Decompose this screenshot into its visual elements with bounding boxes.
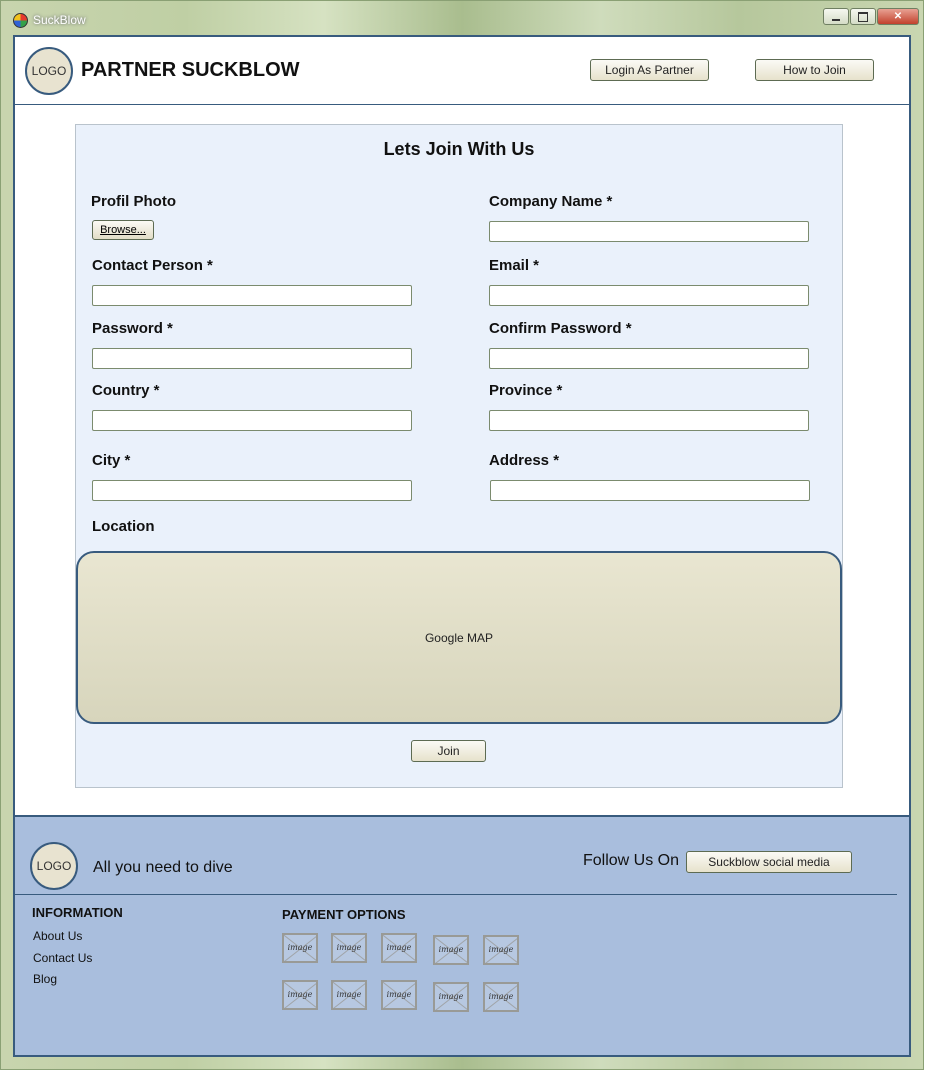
maximize-icon [858,11,868,22]
join-button[interactable]: Join [411,740,486,762]
browse-button[interactable]: Browse... [92,220,154,240]
payment-image: image [483,982,519,1012]
blog-link[interactable]: Blog [33,972,57,986]
country-label: Country * [92,382,160,399]
google-map[interactable]: Google MAP [76,551,842,724]
form-title: Lets Join With Us [383,139,535,159]
footer: LOGO All you need to dive Follow Us On S… [15,815,909,1055]
close-button[interactable]: ✕ [877,8,919,25]
footer-logo[interactable]: LOGO [30,842,78,890]
app-icon [13,13,28,28]
confirm-password-label: Confirm Password * [489,320,632,337]
location-label: Location [92,518,155,535]
maximize-button[interactable] [850,8,876,25]
login-as-partner-button[interactable]: Login As Partner [590,59,709,81]
payment-image: image [433,935,469,965]
country-input[interactable] [92,410,412,431]
password-label: Password * [92,320,173,337]
payment-image-text: image [336,990,362,999]
contact-person-input[interactable] [92,285,412,306]
payment-image: image [282,980,318,1010]
window-controls: ✕ [822,8,919,25]
province-input[interactable] [489,410,809,431]
map-placeholder-text: Google MAP [424,630,494,645]
province-label: Province * [489,382,563,399]
address-label: Address * [489,452,560,469]
social-media-button[interactable]: Suckblow social media [686,851,852,873]
minimize-button[interactable] [823,8,849,25]
information-title: INFORMATION [32,905,123,920]
payment-image-text: image [287,990,313,999]
payment-image-text: image [336,943,362,952]
minimize-icon [832,18,840,21]
payment-image: image [381,980,417,1010]
how-to-join-button[interactable]: How to Join [755,59,874,81]
payment-image-text: image [386,990,412,999]
follow-us-text: Follow Us On [583,852,680,869]
company-name-input[interactable] [489,221,809,242]
payment-image-text: image [438,992,464,1001]
email-label: Email * [489,257,540,274]
payment-image-text: image [386,943,412,952]
brand-title: PARTNER SUCKBLOW [81,59,300,81]
app-window: SuckBlow ✕ LOGO PARTNER SUCKBLOW Login A… [0,0,924,1070]
close-icon: ✕ [893,11,903,22]
payment-image-text: image [488,992,514,1001]
company-name-label: Company Name * [489,193,613,210]
payment-image: image [331,980,367,1010]
city-input[interactable] [92,480,412,501]
payment-image-text: image [438,945,464,954]
header: LOGO PARTNER SUCKBLOW Login As Partner H… [15,37,909,105]
payment-image: image [483,935,519,965]
footer-tagline: All you need to dive [93,859,233,876]
footer-divider [15,894,897,895]
payment-options-title: PAYMENT OPTIONS [282,907,406,922]
payment-image: image [433,982,469,1012]
join-form-panel: Lets Join With Us Profil Photo Browse...… [75,124,843,788]
contact-person-label: Contact Person * [92,257,213,274]
payment-image: image [331,933,367,963]
title-bar[interactable]: SuckBlow ✕ [1,1,925,35]
window-title: SuckBlow [33,13,86,27]
payment-image-text: image [488,945,514,954]
address-input[interactable] [490,480,810,501]
confirm-password-input[interactable] [489,348,809,369]
password-input[interactable] [92,348,412,369]
about-us-link[interactable]: About Us [33,929,82,943]
city-label: City * [92,452,131,469]
contact-us-link[interactable]: Contact Us [33,951,92,965]
payment-image: image [282,933,318,963]
payment-image: image [381,933,417,963]
profile-photo-label: Profil Photo [91,193,176,210]
payment-image-text: image [287,943,313,952]
header-logo[interactable]: LOGO [25,47,73,95]
email-input[interactable] [489,285,809,306]
client-area: LOGO PARTNER SUCKBLOW Login As Partner H… [13,35,911,1057]
